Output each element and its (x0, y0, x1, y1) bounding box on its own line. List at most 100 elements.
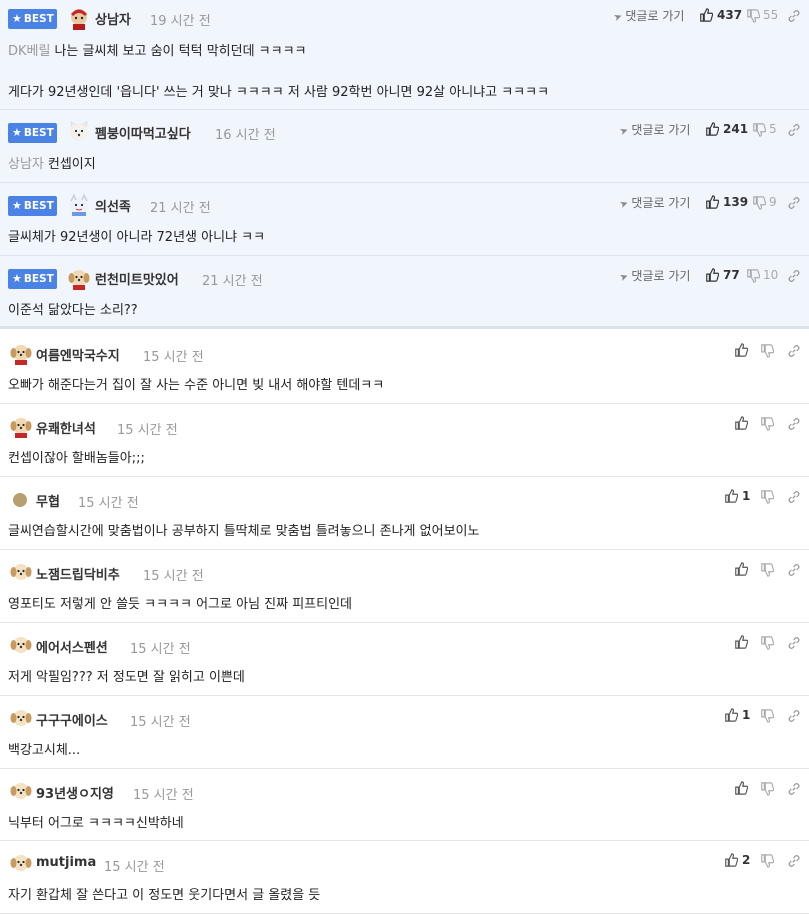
best-badge: ★ BEST (8, 123, 57, 143)
nickname[interactable]: 구구구에이스 (36, 710, 108, 729)
upvote-count: 241 (723, 122, 749, 136)
nickname[interactable]: 무협 (36, 491, 60, 510)
star-icon: ★ (12, 199, 22, 212)
link-icon[interactable] (787, 563, 801, 577)
star-icon: ★ (12, 272, 22, 285)
thumbs-up-icon[interactable] (724, 853, 738, 867)
thumbs-down-icon[interactable] (746, 269, 760, 283)
thumbs-up-icon[interactable] (724, 489, 738, 503)
link-icon[interactable] (787, 636, 801, 650)
timestamp: 15 시간 전 (104, 860, 165, 875)
thumbs-down-icon[interactable] (760, 854, 774, 868)
thumbs-down-icon[interactable] (752, 123, 766, 137)
comment-text: 글씨연습할시간에 맞춤법이나 공부하지 틀딱체로 맞춤법 틀려놓으니 존나게 없… (8, 524, 480, 539)
comment-item: mutjima 15 시간 전 2 자기 환갑체 잘 쓴다고 이 정도면 웃기다… (0, 841, 809, 914)
timestamp: 15 시간 전 (78, 496, 139, 511)
link-icon[interactable] (787, 344, 801, 358)
downvote-count: 10 (763, 268, 779, 282)
thumbs-down-icon[interactable] (760, 344, 774, 358)
upvote-count: 1 (742, 708, 751, 722)
thumbs-up-icon[interactable] (734, 635, 748, 649)
thumbs-up-icon[interactable] (705, 195, 719, 209)
comment-item: 여름엔막국수지 15 시간 전 오빠가 해준다는거 집이 잘 사는 수준 아니면… (0, 331, 809, 404)
link-icon[interactable] (787, 269, 801, 283)
comment-text: 백강고시체... (8, 743, 81, 758)
link-icon[interactable] (787, 196, 801, 210)
thumbs-down-icon[interactable] (760, 782, 774, 796)
nickname[interactable]: mutjima (36, 855, 96, 870)
send-icon: ➤ (618, 270, 631, 285)
thumbs-up-icon[interactable] (705, 122, 719, 136)
link-icon[interactable] (787, 709, 801, 723)
nickname[interactable]: 에어서스펜션 (36, 637, 108, 656)
avatar (70, 193, 88, 216)
nickname[interactable]: 93년생ㅇ지영 (36, 783, 114, 802)
reply-link[interactable]: ➤댓글로 가기 (618, 194, 690, 212)
thumbs-up-icon[interactable] (699, 8, 713, 22)
thumbs-up-icon[interactable] (724, 708, 738, 722)
comment-item: 유쾌한녀석 15 시간 전 컨셉이잖아 할배놈들아;;; (0, 404, 809, 477)
reply-link[interactable]: ➤댓글로 가기 (618, 267, 690, 285)
comment-text-line2: 게다가 92년생인데 '읍니다' 쓰는 거 맞나 ㅋㅋㅋㅋ 저 사람 92학번 … (8, 85, 550, 100)
avatar (9, 560, 33, 584)
timestamp: 21 시간 전 (150, 201, 211, 216)
timestamp: 15 시간 전 (133, 788, 194, 803)
best-comment: ★ BEST 펨붕이따먹고싶다 16 시간 전 ➤댓글로 가기 241 5 상남자… (0, 110, 809, 183)
thumbs-up-icon[interactable] (734, 781, 748, 795)
comment-text: 오빠가 해준다는거 집이 잘 사는 수준 아니면 빚 내서 해야할 텐데ㅋㅋ (8, 378, 385, 393)
reply-mention[interactable]: 상남자 (8, 157, 44, 172)
upvote-count: 1 (742, 489, 751, 503)
comment-item: 구구구에이스 15 시간 전 1 백강고시체... (0, 696, 809, 769)
link-icon[interactable] (787, 854, 801, 868)
timestamp: 21 시간 전 (202, 274, 263, 289)
reply-mention[interactable]: DK베릴 (8, 44, 50, 59)
avatar (9, 633, 33, 657)
thumbs-down-icon[interactable] (746, 9, 760, 23)
thumbs-down-icon[interactable] (760, 563, 774, 577)
reply-link[interactable]: ➤댓글로 가기 (618, 121, 690, 138)
thumbs-up-icon[interactable] (705, 268, 719, 282)
avatar (13, 493, 27, 507)
comment-text: 자기 환갑체 잘 쓴다고 이 정도면 웃기다면서 글 올렸을 듯 (8, 888, 321, 903)
thumbs-down-icon[interactable] (752, 196, 766, 210)
best-comment: ★ BEST 런천미트맛있어 21 시간 전 ➤댓글로 가기 77 10 이준석 … (0, 256, 809, 329)
downvote-count: 55 (763, 8, 779, 22)
nickname[interactable]: 노잼드립닥비추 (36, 564, 120, 583)
avatar (9, 851, 33, 875)
thumbs-up-icon[interactable] (734, 416, 748, 430)
timestamp: 15 시간 전 (143, 350, 204, 365)
best-comment: ★ BEST 의선족 21 시간 전 ➤댓글로 가기 139 9 글씨체가 92년… (0, 183, 809, 256)
avatar (9, 414, 33, 438)
nickname[interactable]: 여름엔막국수지 (36, 345, 120, 364)
nickname[interactable]: 상남자 (95, 9, 131, 28)
send-icon: ➤ (618, 197, 631, 212)
thumbs-up-icon[interactable] (734, 343, 748, 357)
link-icon[interactable] (787, 782, 801, 796)
avatar (9, 341, 33, 365)
comment-text: 영포티도 저렇게 안 쓸듯 ㅋㅋㅋㅋ 어그로 아님 진짜 피프티인데 (8, 597, 353, 612)
nickname[interactable]: 의선족 (95, 196, 131, 215)
comment-item: 에어서스펜션 15 시간 전 저게 악필임??? 저 정도면 잘 읽히고 이쁜데 (0, 623, 809, 696)
timestamp: 15 시간 전 (130, 715, 191, 730)
downvote-count: 5 (769, 122, 777, 136)
thumbs-down-icon[interactable] (760, 709, 774, 723)
link-icon[interactable] (787, 417, 801, 431)
thumbs-down-icon[interactable] (760, 636, 774, 650)
comment-text: 글씨체가 92년생이 아니라 72년생 아니냐 ㅋㅋ (8, 230, 266, 245)
thumbs-down-icon[interactable] (760, 417, 774, 431)
nickname[interactable]: 런천미트맛있어 (95, 269, 179, 288)
link-icon[interactable] (787, 123, 801, 137)
thumbs-up-icon[interactable] (734, 562, 748, 576)
link-icon[interactable] (787, 9, 801, 23)
avatar (70, 120, 88, 141)
thumbs-down-icon[interactable] (760, 490, 774, 504)
best-comment: ★ BEST 상남자 19 시간 전 ➤댓글로 가기 437 55 DK베릴 나는 … (0, 0, 809, 110)
nickname[interactable]: 유쾌한녀석 (36, 418, 96, 437)
comment-text: 상남자 컨셉이지 (8, 157, 96, 172)
reply-link[interactable]: ➤댓글로 가기 (612, 7, 684, 24)
comment-text: 저게 악필임??? 저 정도면 잘 읽히고 이쁜데 (8, 670, 245, 685)
star-icon: ★ (12, 12, 22, 25)
nickname[interactable]: 펨붕이따먹고싶다 (95, 123, 191, 142)
link-icon[interactable] (787, 490, 801, 504)
comment-item: 노잼드립닥비추 15 시간 전 영포티도 저렇게 안 쓸듯 ㅋㅋㅋㅋ 어그로 아… (0, 550, 809, 623)
